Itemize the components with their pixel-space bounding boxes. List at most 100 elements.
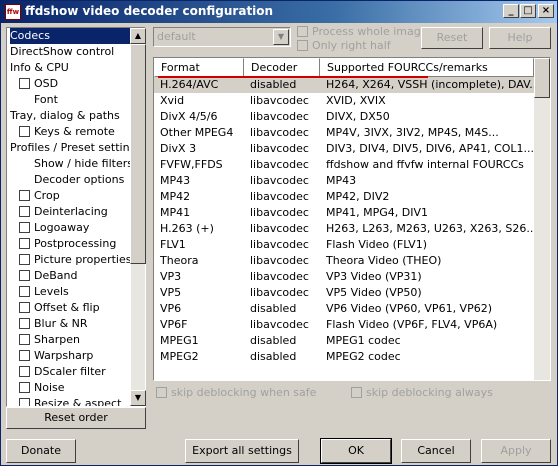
- column-header-decoder[interactable]: Decoder: [244, 58, 320, 77]
- sidebar-item[interactable]: Resize & aspect: [19, 396, 131, 406]
- codec-row[interactable]: Xvid libavcodec XVID, XVIX: [154, 93, 534, 109]
- sidebar-checkbox[interactable]: [19, 318, 30, 329]
- close-button[interactable]: ×: [538, 4, 554, 18]
- sidebar-item[interactable]: Blur & NR: [19, 316, 131, 332]
- codec-row[interactable]: H.264/AVC disabled H264, X264, VSSH (incom…: [154, 77, 534, 93]
- only-right-half-label: Only right half: [312, 39, 391, 52]
- sidebar-checkbox[interactable]: [19, 302, 30, 313]
- column-header-fourccs[interactable]: Supported FOURCCs/remarks: [320, 58, 534, 77]
- sidebar-item[interactable]: Decoder options: [34, 172, 131, 188]
- help-button[interactable]: Help: [489, 27, 551, 49]
- format-cell: H.263 (+): [160, 222, 214, 235]
- donate-button[interactable]: Donate: [6, 439, 76, 463]
- sidebar-item[interactable]: Noise: [19, 380, 131, 396]
- codec-row[interactable]: Theora libavcodec Theora Video (THEO): [154, 253, 534, 269]
- export-settings-button[interactable]: Export all settings: [185, 439, 299, 463]
- sidebar-item[interactable]: Show / hide filters: [34, 156, 131, 172]
- decoder-cell: disabled: [250, 78, 297, 91]
- codec-row[interactable]: VP6 disabled VP6 Video (VP60, VP61, VP62): [154, 301, 534, 317]
- codec-row[interactable]: MP42 libavcodec MP42, DIV2: [154, 189, 534, 205]
- codec-scroll-thumb[interactable]: [534, 58, 550, 98]
- codec-row[interactable]: Other MPEG4 libavcodec MP4V, 3IVX, 3IV2, M…: [154, 125, 534, 141]
- sidebar-item-label: Show / hide filters: [34, 157, 131, 170]
- fourcc-cell: MPEG1 codec: [326, 334, 401, 347]
- codec-list-scrollbar[interactable]: [534, 58, 550, 380]
- sidebar-item[interactable]: Deinterlacing: [19, 204, 131, 220]
- codec-row[interactable]: MP41 libavcodec MP41, MPG4, DIV1: [154, 205, 534, 221]
- codec-row[interactable]: VP5 libavcodec VP5 Video (VP50): [154, 285, 534, 301]
- process-whole-image-checkbox[interactable]: Process whole image: [297, 25, 428, 39]
- sidebar-checkbox[interactable]: [19, 366, 30, 377]
- sidebar-item[interactable]: Picture properties: [19, 252, 131, 268]
- sidebar-item[interactable]: DeBand: [19, 268, 131, 284]
- sidebar-item[interactable]: Keys & remote: [19, 124, 131, 140]
- codec-row[interactable]: VP3 libavcodec VP3 Video (VP31): [154, 269, 534, 285]
- format-cell: FLV1: [160, 238, 186, 251]
- sidebar-checkbox[interactable]: [19, 350, 30, 361]
- sidebar-item-label: DScaler filter: [34, 365, 106, 378]
- preset-dropdown[interactable]: default ▼: [153, 27, 291, 47]
- skip-deblocking-always-checkbox[interactable]: skip deblocking always: [351, 386, 493, 400]
- sidebar-item[interactable]: DirectShow control: [10, 44, 131, 60]
- apply-button[interactable]: Apply: [481, 439, 551, 463]
- sidebar-checkbox[interactable]: [19, 190, 30, 201]
- skip-deblocking-always-label: skip deblocking always: [366, 386, 493, 399]
- sidebar-checkbox[interactable]: [19, 398, 30, 406]
- sidebar-item[interactable]: Offset & flip: [19, 300, 131, 316]
- scroll-up-icon[interactable]: ▲: [130, 28, 146, 44]
- sidebar-checkbox[interactable]: [19, 206, 30, 217]
- sidebar-item[interactable]: Font: [34, 92, 131, 108]
- sidebar-checkbox[interactable]: [19, 382, 30, 393]
- codec-row[interactable]: FVFW,FFDS libavcodec ffdshow and ffvfw int…: [154, 157, 534, 173]
- sidebar-item[interactable]: Info & CPU: [10, 60, 131, 76]
- format-cell: FVFW,FFDS: [160, 158, 223, 171]
- codec-row[interactable]: DivX 3 libavcodec DIV3, DIV4, DIV5, DIV6, …: [154, 141, 534, 157]
- sidebar-checkbox[interactable]: [19, 334, 30, 345]
- sidebar-item[interactable]: OSD: [19, 76, 131, 92]
- maximize-button[interactable]: □: [520, 4, 536, 18]
- scroll-down-icon[interactable]: ▼: [130, 390, 146, 406]
- sidebar-item-label: Warpsharp: [34, 349, 94, 362]
- ok-button[interactable]: OK: [320, 438, 392, 464]
- sidebar-item[interactable]: Crop: [19, 188, 131, 204]
- sidebar-item[interactable]: Levels: [19, 284, 131, 300]
- sidebar-checkbox[interactable]: [19, 126, 30, 137]
- chevron-down-icon[interactable]: ▼: [273, 29, 289, 45]
- sidebar-item[interactable]: Postprocessing: [19, 236, 131, 252]
- sidebar-item[interactable]: Tray, dialog & paths: [10, 108, 131, 124]
- sidebar-checkbox[interactable]: [19, 222, 30, 233]
- sidebar-checkbox[interactable]: [19, 286, 30, 297]
- sidebar-checkbox[interactable]: [19, 254, 30, 265]
- reset-order-button[interactable]: Reset order: [6, 407, 146, 429]
- sidebar-item[interactable]: Codecs: [10, 28, 131, 44]
- codec-row[interactable]: DivX 4/5/6 libavcodec DIVX, DX50: [154, 109, 534, 125]
- sidebar-item[interactable]: Sharpen: [19, 332, 131, 348]
- codec-row[interactable]: MP43 libavcodec MP43: [154, 173, 534, 189]
- sidebar-scroll-thumb[interactable]: [130, 44, 146, 264]
- fourcc-cell: DIVX, DX50: [326, 110, 390, 123]
- sidebar-checkbox[interactable]: [19, 238, 30, 249]
- minimize-button[interactable]: _: [503, 4, 519, 18]
- cancel-button[interactable]: Cancel: [401, 439, 471, 463]
- fourcc-cell: Flash Video (FLV1): [326, 238, 427, 251]
- sidebar-item[interactable]: Warpsharp: [19, 348, 131, 364]
- sidebar-item[interactable]: Logoaway: [19, 220, 131, 236]
- codec-row[interactable]: H.263 (+) libavcodec H263, L263, M263, U26…: [154, 221, 534, 237]
- sidebar-checkbox[interactable]: [19, 78, 30, 89]
- title-bar[interactable]: ffw ffdshow video decoder configuration …: [1, 1, 557, 23]
- fourcc-cell: MPEG2 codec: [326, 350, 401, 363]
- codec-row[interactable]: MPEG1 disabled MPEG1 codec: [154, 333, 534, 349]
- skip-deblocking-safe-checkbox[interactable]: skip deblocking when safe: [156, 386, 316, 400]
- codec-row[interactable]: MPEG2 disabled MPEG2 codec: [154, 349, 534, 365]
- codec-row[interactable]: VP6F libavcodec Flash Video (VP6F, FLV4, V…: [154, 317, 534, 333]
- reset-button[interactable]: Reset: [421, 27, 483, 49]
- app-icon: ffw: [5, 4, 21, 20]
- column-header-format[interactable]: Format: [154, 58, 244, 77]
- sidebar-item[interactable]: Profiles / Preset settings: [10, 140, 131, 156]
- sidebar-checkbox[interactable]: [19, 270, 30, 281]
- sidebar-item[interactable]: DScaler filter: [19, 364, 131, 380]
- codec-row[interactable]: FLV1 libavcodec Flash Video (FLV1): [154, 237, 534, 253]
- sidebar-item-label: DirectShow control: [10, 45, 115, 58]
- only-right-half-checkbox[interactable]: Only right half: [297, 39, 391, 53]
- sidebar-scrollbar[interactable]: ▲ ▼: [130, 28, 146, 406]
